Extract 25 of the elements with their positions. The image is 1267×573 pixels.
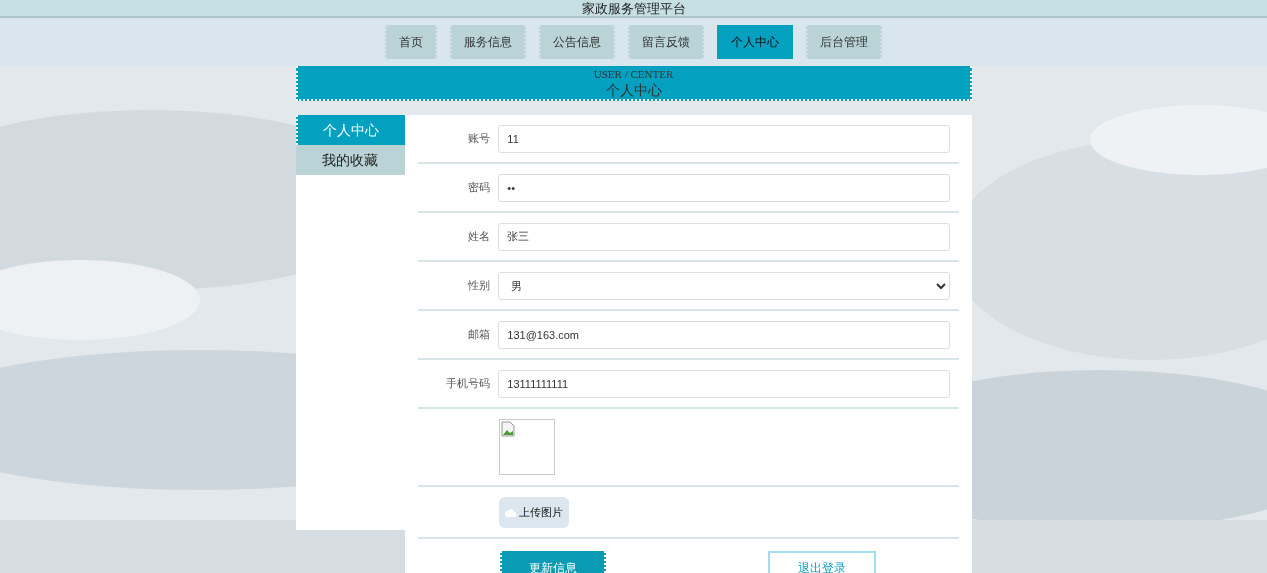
- nav-tab[interactable]: 留言反馈: [628, 25, 704, 59]
- input-field[interactable]: 11: [498, 124, 951, 153]
- sidebar-item[interactable]: 我的收藏: [295, 145, 406, 175]
- broken-image-icon: [501, 421, 516, 437]
- nav-tab[interactable]: 公告信息: [539, 25, 615, 59]
- cloud-upload-icon: [505, 507, 518, 517]
- nav-tab[interactable]: 后台管理: [806, 25, 882, 59]
- field-label: 密码: [467, 180, 492, 196]
- nav-tab[interactable]: 服务信息: [450, 25, 526, 59]
- field-label: 手机号码: [445, 376, 492, 392]
- banner-subtitle: USER / CENTER: [592, 68, 675, 81]
- banner-title: 个人中心: [604, 83, 663, 99]
- field-label: 姓名: [467, 229, 492, 245]
- select-field[interactable]: 男: [498, 271, 951, 300]
- input-field[interactable]: 张三: [498, 222, 951, 251]
- site-title: 家政服务管理平台: [581, 1, 686, 16]
- field-label: 邮箱: [467, 327, 492, 343]
- field-label: 账号: [467, 131, 492, 147]
- upload-button[interactable]: 上传图片: [499, 496, 570, 528]
- password-field[interactable]: ••: [498, 173, 951, 202]
- input-field[interactable]: 131@163.com: [498, 320, 951, 349]
- nav-tab[interactable]: 个人中心: [717, 25, 793, 59]
- input-field[interactable]: 13111111111: [498, 369, 951, 398]
- field-label: 性别: [467, 278, 492, 294]
- nav-tab[interactable]: 首页: [385, 25, 437, 59]
